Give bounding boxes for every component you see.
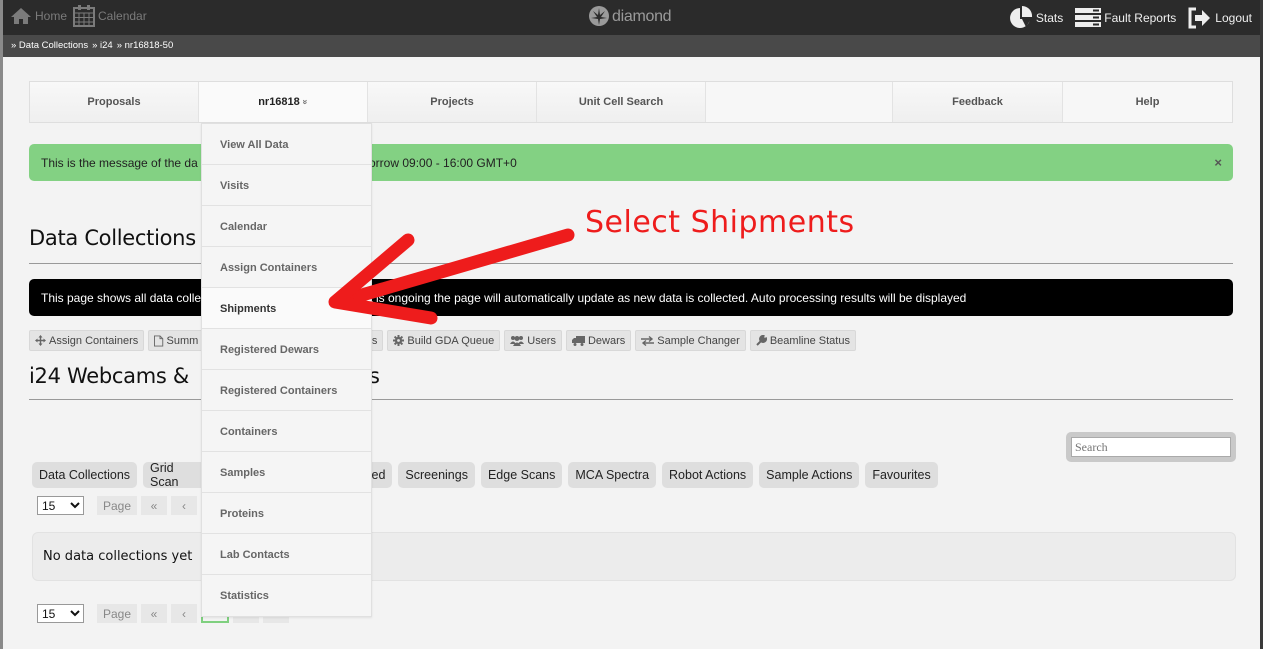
nav-help[interactable]: Help [1063,82,1232,122]
nav-proposals[interactable]: Proposals [30,82,199,122]
breadcrumb-item[interactable]: » i24 [92,40,113,51]
first-page-button[interactable]: « [141,496,167,515]
page-label: Page [97,604,137,623]
tab-data-collections[interactable]: Data Collections [32,462,138,488]
tab-mca-spectra[interactable]: MCA Spectra [568,462,657,488]
first-page-button[interactable]: « [141,604,167,623]
menu-item-visits[interactable]: Visits [202,165,371,206]
prev-page-button[interactable]: ‹ [171,496,197,515]
sample-changer-button[interactable]: Sample Changer [635,330,746,351]
beamline-status-button[interactable]: Beamline Status [749,330,856,351]
menu-item-statistics[interactable]: Statistics [202,575,371,616]
close-icon[interactable]: × [1214,155,1222,170]
nav-feedback[interactable]: Feedback [893,82,1063,122]
nav-proposal-dropdown[interactable]: nr16818 » [199,82,368,122]
menu-item-shipments[interactable]: Shipments [202,288,371,329]
truck-icon [571,335,585,346]
page-label: Page [97,496,137,515]
nav-unit-cell-search[interactable]: Unit Cell Search [537,82,706,122]
fault-reports-label: Fault Reports [1104,11,1177,25]
menu-item-view-all-data[interactable]: View All Data [202,124,371,165]
tab-screenings[interactable]: Screenings [398,462,475,488]
annotation-label: Select Shipments [585,205,855,240]
logout-label: Logout [1215,11,1252,25]
per-page-select[interactable]: 15 [37,496,84,515]
home-icon [11,8,31,24]
action-button-row: Assign Containers Summ sit Stats Build G… [29,330,860,351]
data-type-tabs: Data Collections Grid Scan egrated Scree… [32,462,944,488]
tab-sample-actions[interactable]: Sample Actions [759,462,860,488]
dewars-button[interactable]: Dewars [565,330,632,351]
home-link[interactable]: Home [10,7,67,25]
stats-label: Stats [1035,11,1064,25]
assign-containers-button[interactable]: Assign Containers [29,330,145,351]
nav-proposal-label: nr16818 [258,96,300,108]
stats-link[interactable]: Stats [1009,6,1063,30]
gear-icon [393,335,405,346]
menu-item-registered-containers[interactable]: Registered Containers [202,370,371,411]
breadcrumb-item[interactable]: » Data Collections [11,40,88,51]
move-icon [35,335,46,346]
menu-item-calendar[interactable]: Calendar [202,206,371,247]
breadcrumb-item[interactable]: » nr16818-50 [117,40,174,51]
menu-item-assign-containers[interactable]: Assign Containers [202,247,371,288]
alert-text-right: orrow 09:00 - 16:00 GMT+0 [369,156,517,170]
search-container [1066,432,1236,462]
wrench-icon [756,335,767,346]
chevron-down-icon: » [300,99,311,105]
calendar-link[interactable]: Calendar [73,5,147,27]
info-text-right: e visit is ongoing the page will automat… [342,291,967,305]
nav-projects[interactable]: Projects [368,82,537,122]
alert-text-left: This is the message of the da [41,156,198,170]
calendar-label: Calendar [98,9,147,23]
logo-text: diamond [612,8,672,25]
search-input[interactable] [1071,437,1231,457]
pie-chart-icon [1009,6,1032,28]
menu-item-lab-contacts[interactable]: Lab Contacts [202,534,371,575]
tab-robot-actions[interactable]: Robot Actions [662,462,754,488]
menu-item-containers[interactable]: Containers [202,411,371,452]
tab-favourites[interactable]: Favourites [865,462,938,488]
exchange-icon [641,335,655,346]
diamond-logo[interactable]: diamond [588,5,672,29]
menu-item-registered-dewars[interactable]: Registered Dewars [202,329,371,370]
diamond-logo-icon [589,6,609,26]
prev-page-button[interactable]: ‹ [171,604,197,623]
users-button[interactable]: Users [504,330,562,351]
build-gda-queue-button[interactable]: Build GDA Queue [387,330,501,351]
fault-reports-link[interactable]: Fault Reports [1075,8,1176,28]
nav-empty [706,82,893,122]
logout-icon [1188,7,1211,29]
users-icon [510,336,525,346]
info-text-left: This page shows all data colle [41,291,202,305]
home-label: Home [35,9,68,23]
proposal-dropdown-menu: View All Data Visits Calendar Assign Con… [201,123,372,617]
menu-item-proteins[interactable]: Proteins [202,493,371,534]
server-icon [1075,8,1102,27]
menu-item-samples[interactable]: Samples [202,452,371,493]
file-icon [154,334,164,347]
main-nav: Proposals nr16818 » Projects Unit Cell S… [29,81,1233,123]
tab-grid-scans[interactable]: Grid Scan [143,462,204,488]
summary-button[interactable]: Summ [148,330,205,351]
webcams-heading: i24 Webcams & s [29,364,380,388]
top-navbar: Home Calendar diamond Stats Fault Report… [3,0,1260,35]
data-collections-heading: Data Collections [29,226,196,250]
breadcrumb: » Data Collections » i24 » nr16818-50 [3,35,1260,57]
per-page-select[interactable]: 15 [37,604,84,623]
calendar-icon [73,5,96,27]
logout-link[interactable]: Logout [1188,7,1252,29]
tab-edge-scans[interactable]: Edge Scans [480,462,563,488]
